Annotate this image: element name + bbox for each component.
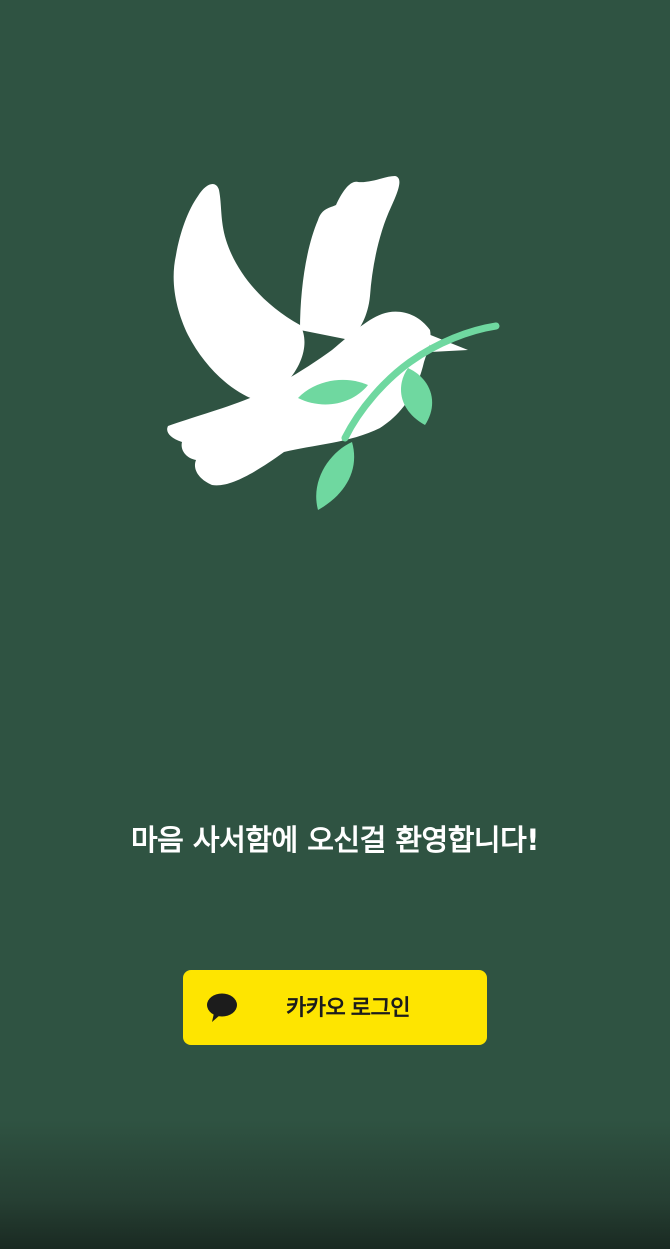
- kakao-login-label: 카카오 로그인: [285, 995, 411, 1020]
- login-screen: 마음 사서함에 오신걸 환영합니다! 카카오 로그인: [0, 0, 670, 1249]
- kakao-login-button[interactable]: 카카오 로그인: [183, 970, 487, 1045]
- dove-left-wing: [173, 184, 305, 402]
- olive-leaf-bottom: [316, 442, 355, 510]
- olive-leaf-right: [400, 368, 433, 425]
- welcome-message: 마음 사서함에 오신걸 환영합니다!: [130, 823, 540, 857]
- dove-logo-icon: [167, 176, 500, 510]
